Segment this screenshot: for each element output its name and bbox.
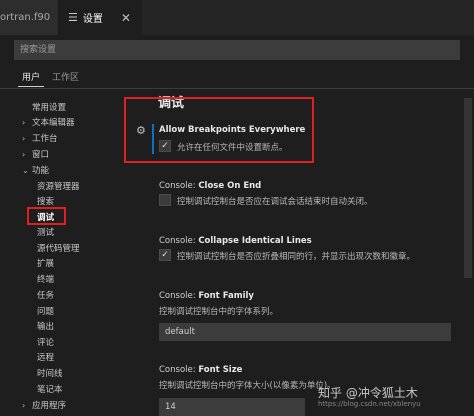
scrollbar-thumb[interactable]	[464, 98, 472, 278]
toc-label: 工作台	[32, 134, 58, 144]
toc-label: 应用程序	[32, 401, 67, 411]
toc-item-text-editor[interactable]: › 文本编辑器	[22, 116, 75, 128]
toc-label: 终端	[37, 275, 55, 285]
setting-prefix: Console:	[159, 365, 199, 375]
toc-item-remote[interactable]: 远程	[37, 351, 54, 363]
toc-item-explorer[interactable]: 资源管理器	[37, 180, 80, 192]
watermark-url: https://blog.csdn.net/xblenyu	[318, 400, 421, 408]
toc-item-tasks[interactable]: 任务	[37, 289, 54, 301]
toc-label: 笔记本	[37, 385, 63, 395]
setting-description: 控制调试控制台中的字体系列。	[159, 307, 279, 317]
setting-description: 允许在任何文件中设置断点。	[177, 143, 288, 153]
toc-item-common[interactable]: 常用设置	[32, 101, 66, 113]
tab-bar: ortran.f90 ☰ 设置 ✕	[0, 0, 474, 35]
toc-label: 任务	[37, 291, 55, 301]
toc-item-application[interactable]: › 应用程序	[22, 399, 66, 411]
active-tab-underline	[18, 86, 44, 87]
toc-label: 问题	[37, 307, 55, 317]
watermark-text: 知乎 @冲令狐土木	[318, 386, 418, 400]
close-icon[interactable]: ✕	[121, 11, 131, 25]
collapse-identical-lines-checkbox[interactable]: ✓	[159, 249, 171, 261]
tab-label: 设置	[82, 14, 103, 25]
setting-description: 控制调试控制台是否应在调试会话结束时自动关闭。	[177, 197, 373, 207]
toc-item-terminal[interactable]: 终端	[37, 273, 54, 285]
toc-label: 测试	[37, 228, 55, 238]
tab-fortran-file[interactable]: ortran.f90	[0, 0, 58, 35]
focus-indicator	[152, 124, 154, 154]
setting-name: Font Family	[198, 291, 254, 301]
close-on-end-checkbox[interactable]	[159, 194, 171, 206]
setting-description: 控制调试控制台是否应折叠相同的行，并显示出现次数和徽章。	[177, 252, 416, 262]
toc-label: 源代码管理	[37, 244, 80, 254]
scope-bar: 用户 工作区	[0, 66, 474, 89]
setting-prefix: Console:	[159, 291, 199, 301]
toc-item-notebook[interactable]: 笔记本	[37, 383, 63, 395]
setting-name: Font Size	[198, 365, 243, 375]
toc-label: 远程	[37, 353, 55, 363]
tab-label: ortran.f90	[0, 12, 51, 23]
settings-lines-icon: ☰	[68, 11, 78, 24]
chevron-right-icon: ›	[22, 134, 26, 143]
toc-item-search[interactable]: 搜索	[37, 195, 54, 207]
toc-item-features[interactable]: ⌄ 功能	[22, 164, 49, 176]
setting-name: Close On End	[198, 181, 262, 191]
setting-title-font-size: Console: Font Size	[159, 365, 242, 375]
scrollbar[interactable]	[462, 88, 472, 415]
gear-icon[interactable]: ⚙	[136, 124, 146, 137]
toc-item-scm[interactable]: 源代码管理	[37, 242, 80, 254]
font-size-input[interactable]: 14	[159, 398, 305, 416]
toc-label: 功能	[32, 166, 50, 176]
toc-item-window[interactable]: › 窗口	[22, 148, 49, 160]
tab-user-scope[interactable]: 用户	[22, 70, 40, 83]
toc-label: 常用设置	[32, 103, 67, 113]
tab-workspace-scope[interactable]: 工作区	[52, 70, 79, 83]
toc-label: 资源管理器	[37, 182, 80, 192]
toc-label: 时间线	[37, 369, 63, 379]
chevron-right-icon: ›	[22, 150, 26, 159]
toc-label: 窗口	[32, 150, 50, 160]
setting-title-collapse-identical-lines: Console: Collapse Identical Lines	[159, 236, 312, 246]
font-family-input[interactable]: default	[159, 323, 451, 341]
setting-name: Collapse Identical Lines	[198, 236, 312, 246]
setting-prefix: Console:	[159, 236, 199, 246]
setting-description: 控制调试控制台中的字体大小(以像素为单位)。	[159, 381, 336, 391]
setting-prefix: Console:	[159, 181, 199, 191]
allow-breakpoints-checkbox[interactable]: ✓	[159, 140, 171, 152]
tab-settings[interactable]: ☰ 设置 ✕	[58, 0, 142, 35]
chevron-down-icon: ⌄	[22, 166, 29, 175]
toc-label: 扩展	[37, 259, 55, 269]
toc-item-problems[interactable]: 问题	[37, 305, 54, 317]
toc-label: 文本编辑器	[32, 118, 75, 128]
search-input[interactable]: 搜索设置	[14, 40, 460, 60]
annotation-highlight-box	[27, 207, 66, 225]
chevron-right-icon: ›	[22, 401, 26, 410]
setting-title-allow-breakpoints: Allow Breakpoints Everywhere	[159, 125, 305, 135]
toc-label: 搜索	[37, 197, 55, 207]
toc-item-comments[interactable]: 评论	[37, 336, 54, 348]
toc-label: 评论	[37, 338, 55, 348]
setting-title-font-family: Console: Font Family	[159, 291, 254, 301]
chevron-right-icon: ›	[22, 118, 26, 127]
toc-item-timeline[interactable]: 时间线	[37, 367, 63, 379]
toc-item-workbench[interactable]: › 工作台	[22, 132, 58, 144]
setting-title-close-on-end: Console: Close On End	[159, 181, 261, 191]
toc-item-extensions[interactable]: 扩展	[37, 257, 54, 269]
toc-item-output[interactable]: 输出	[37, 320, 54, 332]
setting-name: Allow Breakpoints Everywhere	[159, 125, 306, 135]
toc-item-testing[interactable]: 测试	[37, 226, 54, 238]
toc-label: 输出	[37, 322, 55, 332]
